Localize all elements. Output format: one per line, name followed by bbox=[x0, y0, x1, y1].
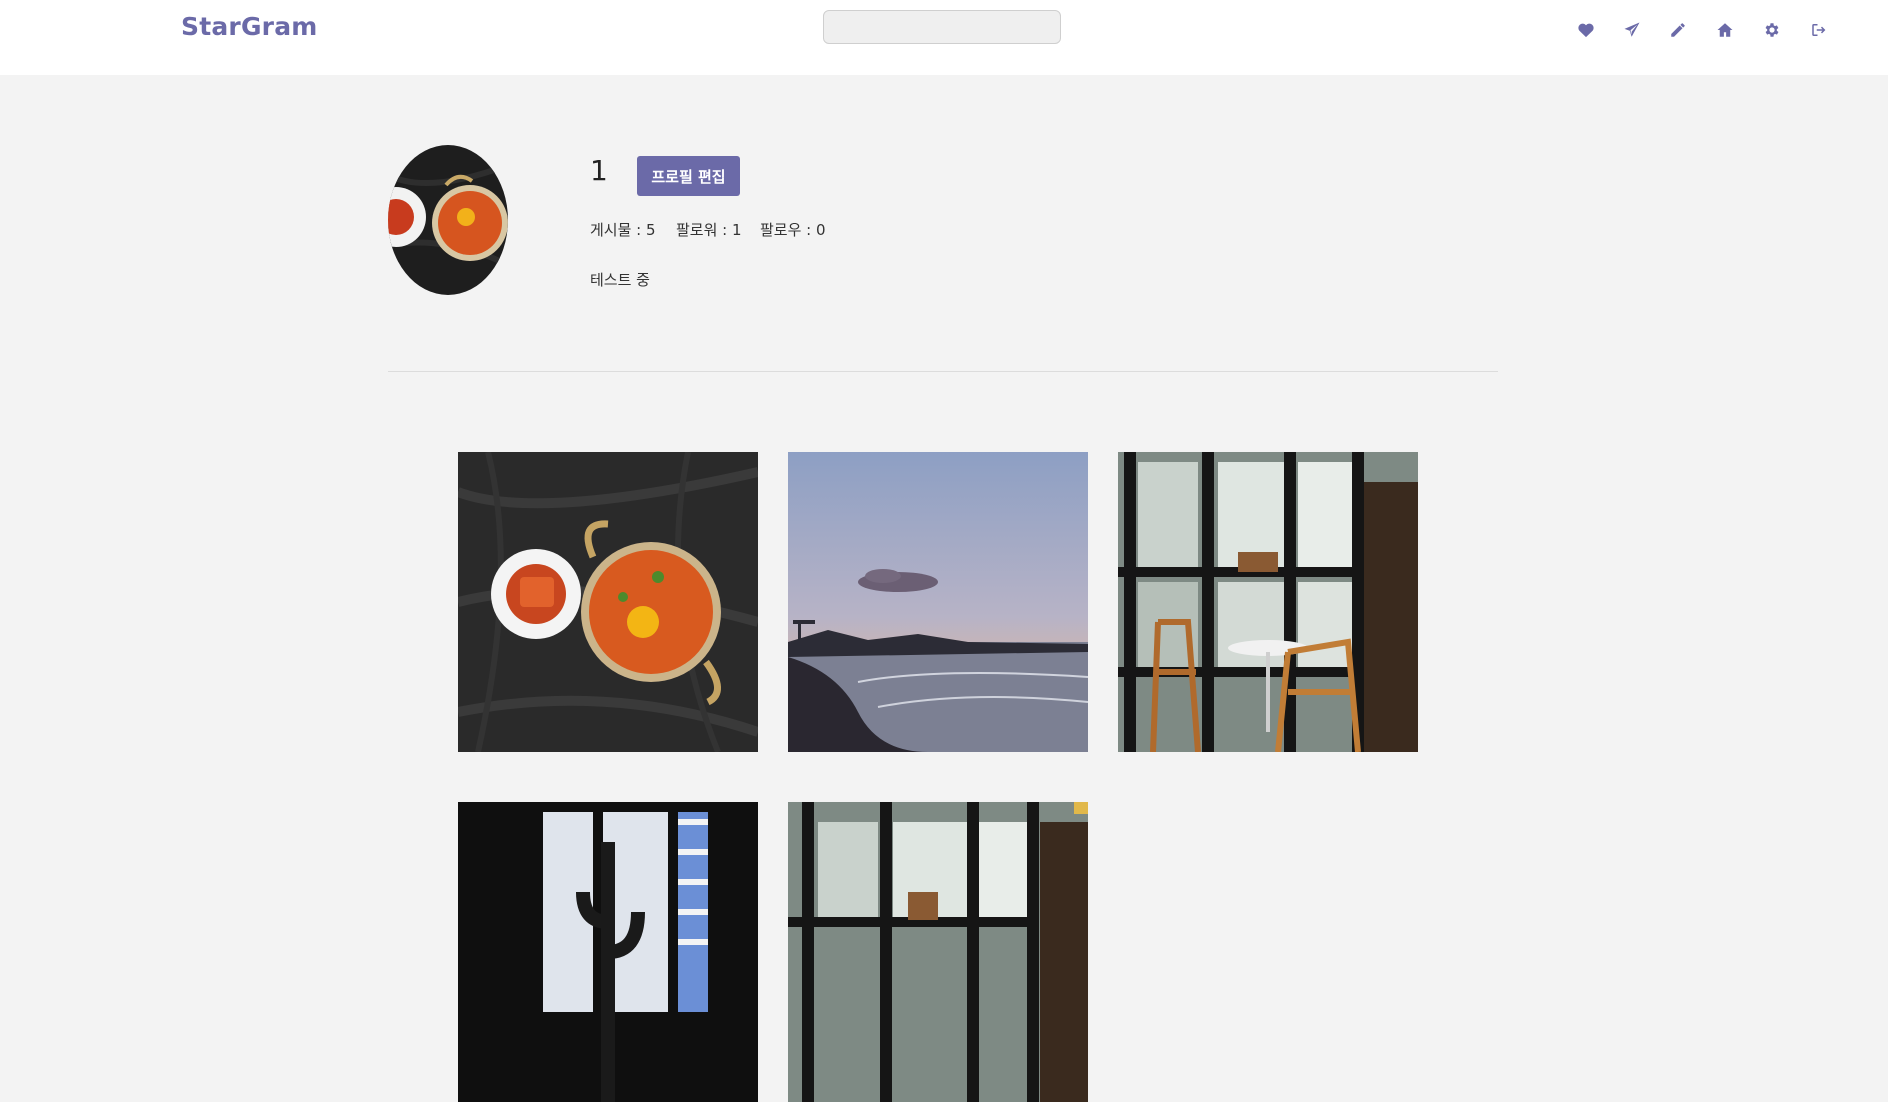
top-navbar: StarGram bbox=[0, 0, 1888, 75]
profile-bio: 테스트 중 bbox=[590, 271, 650, 289]
profile-divider bbox=[388, 371, 1498, 372]
following-count[interactable]: 팔로우 : 0 bbox=[760, 219, 826, 240]
post-count: 게시물 : 5 bbox=[590, 221, 656, 239]
post-thumbnail-seaside[interactable] bbox=[788, 452, 1088, 752]
search-input[interactable] bbox=[823, 10, 1061, 44]
post-thumbnail-cactus[interactable] bbox=[458, 802, 758, 1102]
pencil-icon[interactable] bbox=[1664, 17, 1692, 43]
heart-icon[interactable] bbox=[1572, 17, 1600, 43]
home-icon[interactable] bbox=[1711, 17, 1739, 43]
profile-avatar[interactable] bbox=[388, 145, 508, 295]
follower-count[interactable]: 팔로워 : 1 bbox=[676, 219, 742, 240]
post-thumbnail-ramen[interactable] bbox=[458, 452, 758, 752]
post-thumbnail-shelves[interactable] bbox=[788, 802, 1088, 1102]
gear-icon[interactable] bbox=[1758, 17, 1786, 43]
sign-out-icon[interactable] bbox=[1805, 17, 1833, 43]
brand-logo[interactable]: StarGram bbox=[181, 12, 318, 41]
paper-plane-icon[interactable] bbox=[1618, 17, 1646, 43]
profile-username: 1 bbox=[590, 154, 608, 187]
post-thumbnail-cafe[interactable] bbox=[1118, 452, 1418, 752]
edit-profile-button[interactable]: 프로필 편집 bbox=[637, 156, 740, 196]
